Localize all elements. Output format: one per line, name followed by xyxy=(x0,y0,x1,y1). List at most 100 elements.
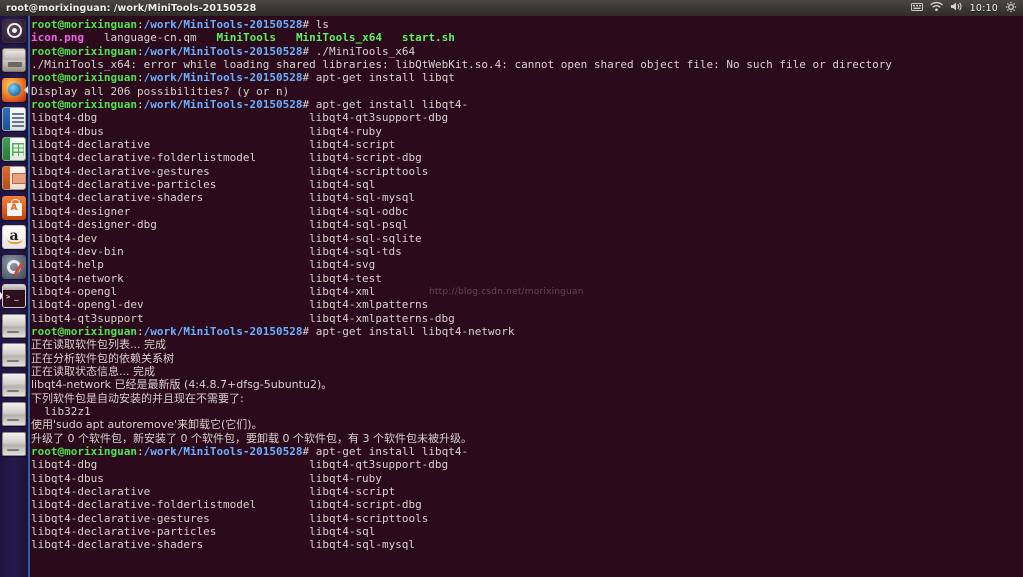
clock[interactable]: 10:10 xyxy=(970,3,998,14)
launcher-item-terminal[interactable] xyxy=(0,282,28,312)
prompt-user: root@morixinguan xyxy=(31,324,137,338)
gear-icon[interactable] xyxy=(1005,1,1017,16)
drive-3-icon xyxy=(2,372,26,397)
package-name-left: libqt4-designer-dbg xyxy=(31,218,157,232)
launcher-item-libreoffice-calc[interactable] xyxy=(0,134,28,164)
package-name-right: libqt4-scripttools xyxy=(309,511,429,525)
libreoffice-calc-icon xyxy=(2,136,26,161)
prompt-colon: : xyxy=(136,324,144,338)
output-text: libqt4-network 已经是最新版 (4:4.8.7+dfsg-5ubu… xyxy=(31,378,333,392)
amazon-icon: a xyxy=(2,225,26,250)
keyboard-indicator-icon[interactable] xyxy=(910,2,923,15)
top-panel: root@morixinguan: /work/MiniTools-201505… xyxy=(0,0,1023,16)
terminal-output-line: lib32z1 xyxy=(31,405,1023,418)
package-name-left: libqt4-declarative-gestures xyxy=(31,164,210,178)
output-text: 正在分析软件包的依赖关系树 xyxy=(31,351,174,365)
prompt-user: root@morixinguan xyxy=(31,44,137,58)
package-name-right: libqt4-ruby xyxy=(309,124,382,138)
launcher-item-system-settings[interactable] xyxy=(0,252,28,282)
prompt-path: /work/MiniTools-20150528 xyxy=(143,445,303,458)
terminal-window[interactable]: root@morixinguan:/work/MiniTools-2015052… xyxy=(28,16,1023,577)
launcher-item-libreoffice-impress[interactable] xyxy=(0,164,28,194)
package-name-right: libqt4-sql-odbc xyxy=(309,204,409,218)
package-name-left: libqt4-designer xyxy=(31,204,131,218)
package-name-left: libqt4-declarative-shaders xyxy=(31,538,204,552)
launcher-item-libreoffice-writer[interactable] xyxy=(0,105,28,135)
volume-icon[interactable] xyxy=(950,1,963,15)
terminal-package-row: libqt4-dbg libqt4-qt3support-dbg xyxy=(31,458,1023,471)
desktop-screen: root@morixinguan: /work/MiniTools-201505… xyxy=(0,0,1023,577)
libreoffice-writer-icon xyxy=(2,107,26,132)
launcher-item-ubuntu-dash[interactable] xyxy=(0,16,28,46)
terminal-package-row: libqt4-dev-bin libqt4-sql-tds xyxy=(31,245,1023,258)
terminal-package-row: libqt4-qt3support libqt4-xmlpatterns-dbg xyxy=(31,312,1023,325)
terminal-output-line: Display all 206 possibilities? (y or n) xyxy=(31,85,1023,98)
command-text: apt-get install libqt4-network xyxy=(315,324,515,338)
package-name-left: libqt4-dev xyxy=(31,231,98,245)
terminal-prompt-line: root@morixinguan:/work/MiniTools-2015052… xyxy=(31,325,1023,338)
prompt-user: root@morixinguan xyxy=(31,445,137,458)
package-name-right: libqt4-sql-mysql xyxy=(309,538,416,552)
libreoffice-impress-icon xyxy=(2,166,26,191)
terminal-package-row: libqt4-declarative-shaders libqt4-sql-mys… xyxy=(31,538,1023,551)
terminal-package-row: libqt4-declarative-gestures libqt4-script… xyxy=(31,165,1023,178)
wifi-icon[interactable] xyxy=(929,1,943,15)
output-text: lib32z1 xyxy=(31,404,91,418)
prompt-sigil: # xyxy=(302,71,316,85)
package-name-left: libqt4-declarative xyxy=(31,138,151,152)
terminal-output-line: 下列软件包是自动安装的并且现在不需要了: xyxy=(31,392,1023,405)
package-name-left: libqt4-opengl-dev xyxy=(31,298,144,312)
prompt-sigil: # xyxy=(302,44,316,58)
package-name-right: libqt4-sql xyxy=(309,525,376,539)
terminal-output-line: 升级了 0 个软件包，新安装了 0 个软件包，要卸载 0 个软件包，有 3 个软… xyxy=(31,432,1023,445)
package-name-left: libqt4-dbus xyxy=(31,124,104,138)
launcher-item-ubuntu-software-center[interactable] xyxy=(0,193,28,223)
command-text: ls xyxy=(315,18,330,31)
package-name-right: libqt4-xmlpatterns xyxy=(309,298,429,312)
command-text: apt-get install libqt4- xyxy=(315,445,469,458)
terminal-package-row: libqt4-declarative-shaders libqt4-sql-mys… xyxy=(31,191,1023,204)
terminal-prompt-line: root@morixinguan:/work/MiniTools-2015052… xyxy=(31,445,1023,458)
prompt-colon: : xyxy=(136,71,144,85)
ls-entry: MiniTools xyxy=(216,31,277,45)
terminal-package-row: libqt4-dbus libqt4-ruby xyxy=(31,472,1023,485)
launcher-item-drive-4[interactable] xyxy=(0,400,28,430)
package-name-left: libqt4-opengl xyxy=(31,284,118,298)
package-name-right: libqt4-test xyxy=(309,271,382,285)
prompt-colon: : xyxy=(136,98,144,112)
prompt-sigil: # xyxy=(302,324,316,338)
terminal-prompt-line: root@morixinguan:/work/MiniTools-2015052… xyxy=(31,98,1023,111)
prompt-path: /work/MiniTools-20150528 xyxy=(143,324,303,338)
package-name-right: libqt4-qt3support-dbg xyxy=(309,458,449,472)
terminal-output-line: 使用'sudo apt autoremove'来卸载它(它们)。 xyxy=(31,418,1023,431)
terminal-package-row: libqt4-declarative libqt4-script xyxy=(31,138,1023,151)
launcher-item-firefox[interactable] xyxy=(0,75,28,105)
output-text: Display all 206 possibilities? (y or n) xyxy=(31,84,290,98)
terminal-package-row: libqt4-network libqt4-test xyxy=(31,272,1023,285)
drive-2-icon xyxy=(2,343,26,368)
launcher-item-drive-2[interactable] xyxy=(0,341,28,371)
terminal-package-row: libqt4-designer-dbg libqt4-sql-psql xyxy=(31,218,1023,231)
terminal-output-line: ./MiniTools_x64: error while loading sha… xyxy=(31,58,1023,71)
launcher-item-files[interactable] xyxy=(0,46,28,76)
ls-entry: language-cn.qm xyxy=(103,31,197,45)
package-name-right: libqt4-ruby xyxy=(309,471,382,485)
panel-indicators: 10:10 xyxy=(910,1,1023,16)
launcher-item-amazon[interactable]: a xyxy=(0,223,28,253)
terminal-package-row: libqt4-designer libqt4-sql-odbc xyxy=(31,205,1023,218)
package-name-right: libqt4-svg xyxy=(309,258,376,272)
output-text: 下列软件包是自动安装的并且现在不需要了: xyxy=(31,391,244,405)
output-text: 正在读取状态信息... 完成 xyxy=(31,364,155,378)
ls-entry: icon.png xyxy=(31,31,84,45)
terminal-ls-output: icon.png language-cn.qm MiniTools MiniTo… xyxy=(31,31,1023,44)
package-name-right: libqt4-sql xyxy=(309,178,376,192)
package-name-left: libqt4-dbg xyxy=(31,111,98,125)
terminal-package-row: libqt4-dbg libqt4-qt3support-dbg xyxy=(31,111,1023,124)
terminal-output-line: 正在分析软件包的依赖关系树 xyxy=(31,352,1023,365)
prompt-path: /work/MiniTools-20150528 xyxy=(143,71,303,85)
launcher-item-drive-1[interactable] xyxy=(0,311,28,341)
prompt-path: /work/MiniTools-20150528 xyxy=(143,44,303,58)
terminal-package-row: libqt4-declarative-gestures libqt4-script… xyxy=(31,512,1023,525)
launcher-item-drive-3[interactable] xyxy=(0,370,28,400)
launcher-item-drive-5[interactable] xyxy=(0,429,28,459)
